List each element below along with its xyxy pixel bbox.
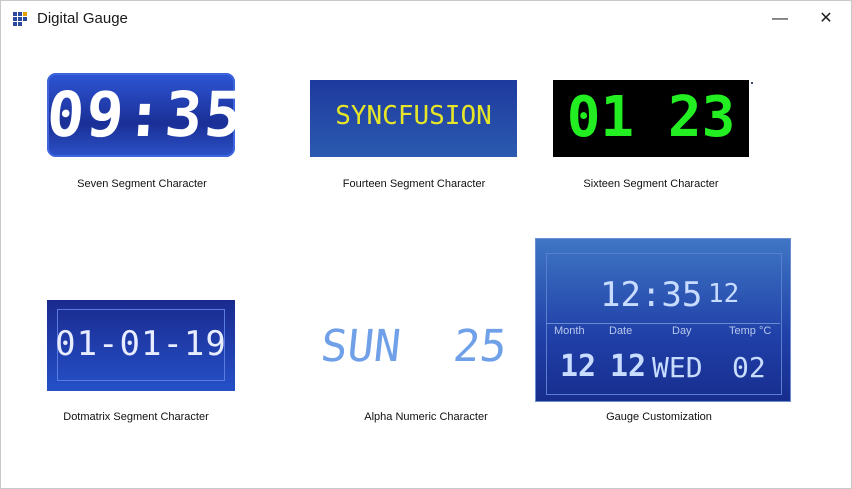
window-title: Digital Gauge (37, 10, 128, 27)
sixteen-segment-caption: Sixteen Segment Character (583, 178, 719, 190)
gauge-panel: 09:35 Seven Segment Character SYNCFUSION… (1, 37, 851, 488)
customized-gauge[interactable]: 12:35 12 Month Date Day Temp °C 12 12 WE… (535, 238, 791, 402)
custom-value-day: WED (652, 351, 703, 384)
custom-label-day: Day (672, 325, 692, 337)
custom-value-temp: 02 (732, 351, 766, 384)
close-button[interactable]: ✕ (803, 1, 849, 37)
dotmatrix-caption: Dotmatrix Segment Character (63, 411, 209, 423)
title-bar: Digital Gauge — ✕ (1, 1, 851, 37)
alpha-numeric-value: SUN 25 (318, 321, 510, 372)
app-icon (13, 12, 27, 26)
custom-divider (546, 323, 780, 324)
sixteen-segment-gauge[interactable]: 01 23 (553, 80, 749, 157)
custom-label-date: Date (609, 325, 633, 337)
alpha-numeric-gauge[interactable]: SUN 25 (318, 321, 510, 372)
dotmatrix-value: 01-01-19 (55, 324, 227, 364)
custom-value-month: 12 (560, 349, 597, 384)
stray-dot (751, 82, 753, 84)
app-window: Digital Gauge — ✕ 09:35 Seven Segment Ch… (0, 0, 852, 489)
custom-label-temp: Temp °C (729, 325, 772, 337)
custom-side: 12 (708, 279, 740, 309)
minimize-button[interactable]: — (757, 1, 803, 37)
dotmatrix-gauge[interactable]: 01-01-19 (47, 300, 235, 391)
seven-segment-value: 09:35 (44, 78, 247, 151)
custom-label-month: Month (554, 325, 585, 337)
custom-time: 12:35 (600, 275, 703, 315)
custom-value-date: 12 (610, 349, 647, 384)
fourteen-segment-gauge[interactable]: SYNCFUSION (310, 80, 517, 157)
fourteen-segment-value: SYNCFUSION (335, 101, 492, 131)
seven-segment-gauge[interactable]: 09:35 (44, 73, 247, 157)
fourteen-segment-caption: Fourteen Segment Character (342, 178, 486, 190)
customization-caption: Gauge Customization (606, 411, 712, 423)
sixteen-segment-value: 01 23 (566, 85, 736, 150)
seven-segment-caption: Seven Segment Character (77, 178, 207, 190)
alpha-numeric-caption: Alpha Numeric Character (364, 411, 488, 423)
